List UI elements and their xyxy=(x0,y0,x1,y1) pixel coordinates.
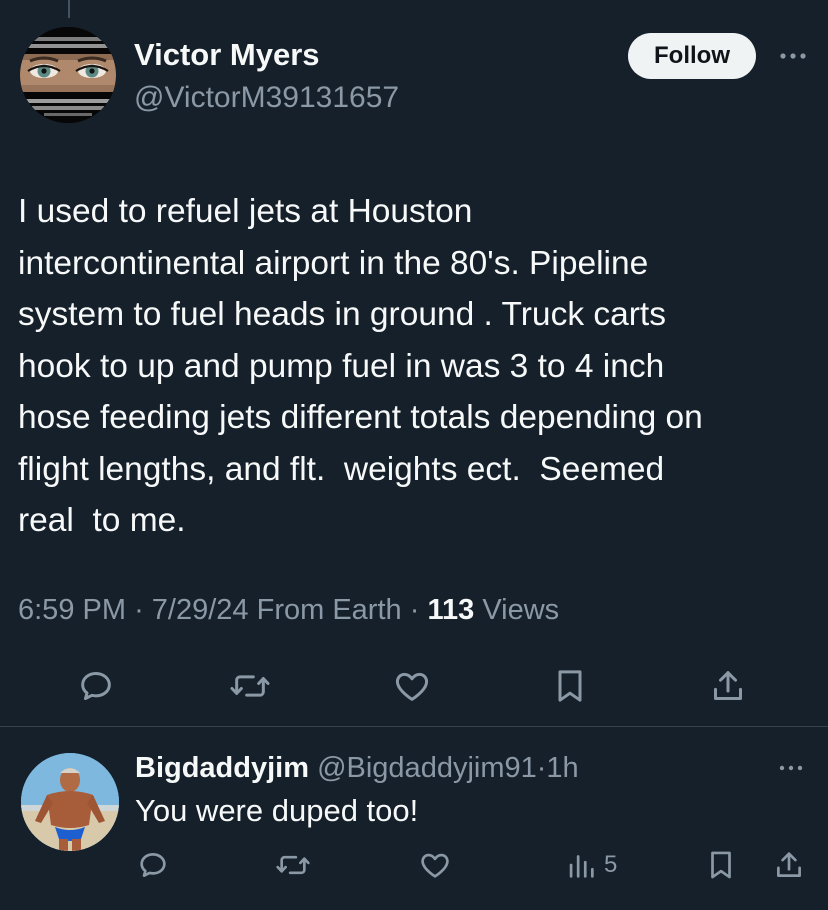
more-icon xyxy=(779,765,803,771)
reply-more-options-button[interactable] xyxy=(776,758,806,778)
author-block: Victor Myers @VictorM39131657 xyxy=(134,36,399,118)
views-count[interactable]: 113 xyxy=(427,594,474,626)
reply-author-handle[interactable]: @Bigdaddyjim91 xyxy=(317,752,537,784)
retweet-icon xyxy=(230,675,270,697)
tweet-date[interactable]: 7/29/24 xyxy=(152,594,249,626)
tweet-detail-view: Victor Myers @VictorM39131657 Follow I u… xyxy=(0,0,828,910)
tweet-source: From Earth xyxy=(256,594,402,626)
author-name[interactable]: Victor Myers xyxy=(134,36,399,74)
author-avatar[interactable] xyxy=(20,27,116,123)
reply-share-button[interactable] xyxy=(770,846,808,884)
more-options-button[interactable] xyxy=(776,42,810,70)
retweet-icon xyxy=(276,855,310,875)
reply-text: You were duped too! xyxy=(135,793,419,828)
bookmark-button[interactable] xyxy=(548,664,592,708)
more-icon xyxy=(780,53,806,59)
reply-reply-button[interactable] xyxy=(134,846,172,884)
views-bar-chart-icon xyxy=(569,855,594,878)
tweet-metadata: 6:59 PM · 7/29/24 From Earth · 113 Views xyxy=(18,590,559,630)
share-button[interactable] xyxy=(706,664,750,708)
reply-views-count: 5 xyxy=(604,851,618,878)
meta-separator: · xyxy=(134,594,144,626)
reply-icon xyxy=(81,672,111,700)
reply-time[interactable]: 1h xyxy=(546,752,578,784)
retweet-button[interactable] xyxy=(226,664,274,708)
tweet-text: I used to refuel jets at Houston interco… xyxy=(18,193,703,539)
reply-header: Bigdaddyjim @Bigdaddyjim91·1h xyxy=(135,748,579,788)
meta-separator: · xyxy=(409,594,420,626)
avatar-image xyxy=(20,27,116,123)
tweet-time[interactable]: 6:59 PM xyxy=(18,594,126,626)
reply-views-button[interactable] xyxy=(562,846,600,884)
heart-icon xyxy=(421,853,449,878)
reply-bookmark-button[interactable] xyxy=(702,846,740,884)
reply-like-button[interactable] xyxy=(416,846,454,884)
bookmark-icon xyxy=(711,851,731,879)
reply-separator: · xyxy=(536,752,547,784)
share-icon xyxy=(777,852,801,877)
follow-button[interactable]: Follow xyxy=(628,33,756,79)
bookmark-icon xyxy=(558,670,582,702)
like-button[interactable] xyxy=(390,664,434,708)
author-handle[interactable]: @VictorM39131657 xyxy=(134,78,399,118)
reply-retweet-button[interactable] xyxy=(272,846,314,884)
share-icon xyxy=(714,671,742,700)
reply-author-name[interactable]: Bigdaddyjim xyxy=(135,752,309,784)
views-label: Views xyxy=(482,594,560,626)
thread-connector-line xyxy=(68,0,70,18)
heart-icon xyxy=(395,672,429,701)
reply-button[interactable] xyxy=(74,664,118,708)
reply-icon xyxy=(140,853,166,877)
reply-avatar-image xyxy=(21,753,119,851)
reply-divider xyxy=(0,726,828,727)
reply-author-avatar[interactable] xyxy=(21,753,119,851)
